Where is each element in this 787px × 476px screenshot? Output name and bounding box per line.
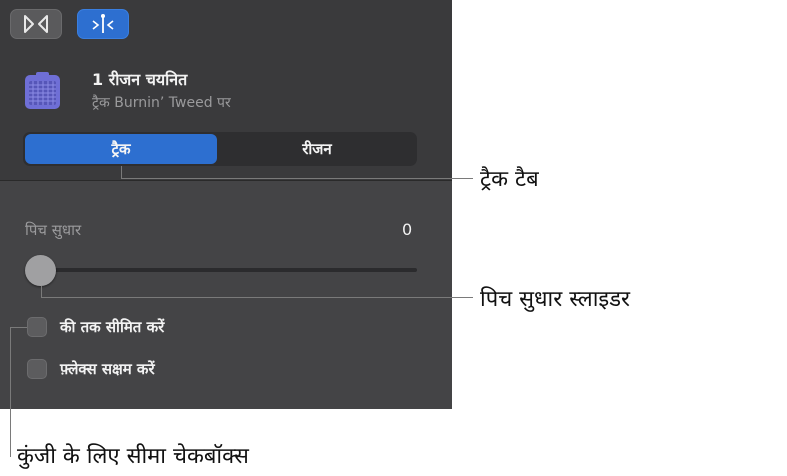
region-title: 1 रीजन चयनित xyxy=(92,70,188,89)
limit-to-key-checkbox[interactable] xyxy=(27,317,47,337)
enable-flex-checkbox[interactable] xyxy=(27,359,47,379)
pitch-correction-label: पिच सुधार xyxy=(25,221,82,239)
tuning-fork-button[interactable] xyxy=(77,9,129,39)
tab-region[interactable]: रीजन xyxy=(219,134,415,164)
tuning-fork-icon xyxy=(92,14,114,33)
tab-track[interactable]: ट्रैक xyxy=(25,134,217,164)
track-region-segmented-control: ट्रैक रीजन xyxy=(23,132,417,166)
callout-key-limit-checkbox: कुंजी के लिए सीमा चेकबॉक्स xyxy=(17,444,249,469)
callout-line-slider xyxy=(41,297,473,298)
limit-to-key-label: की तक सीमित करें xyxy=(60,318,165,336)
scissors-button[interactable] xyxy=(10,9,62,39)
callout-line-checkbox-vertical xyxy=(10,327,11,457)
callout-track-tab: ट्रैक टैब xyxy=(480,167,539,192)
amp-icon xyxy=(25,72,60,109)
region-subtitle: ट्रैक Burnin’ Tweed पर xyxy=(92,95,231,111)
callout-line-track-tab xyxy=(121,178,473,179)
callout-pitch-slider: पिच सुधार स्लाइडर xyxy=(480,287,630,312)
pitch-correction-slider-thumb[interactable] xyxy=(25,255,56,286)
callout-line-checkbox-horizontal xyxy=(10,327,27,328)
pitch-correction-slider[interactable] xyxy=(30,268,417,272)
enable-flex-label: फ़्लेक्स सक्षम करें xyxy=(60,360,155,378)
pitch-correction-value: 0 xyxy=(402,220,413,239)
scissors-icon xyxy=(24,15,48,33)
